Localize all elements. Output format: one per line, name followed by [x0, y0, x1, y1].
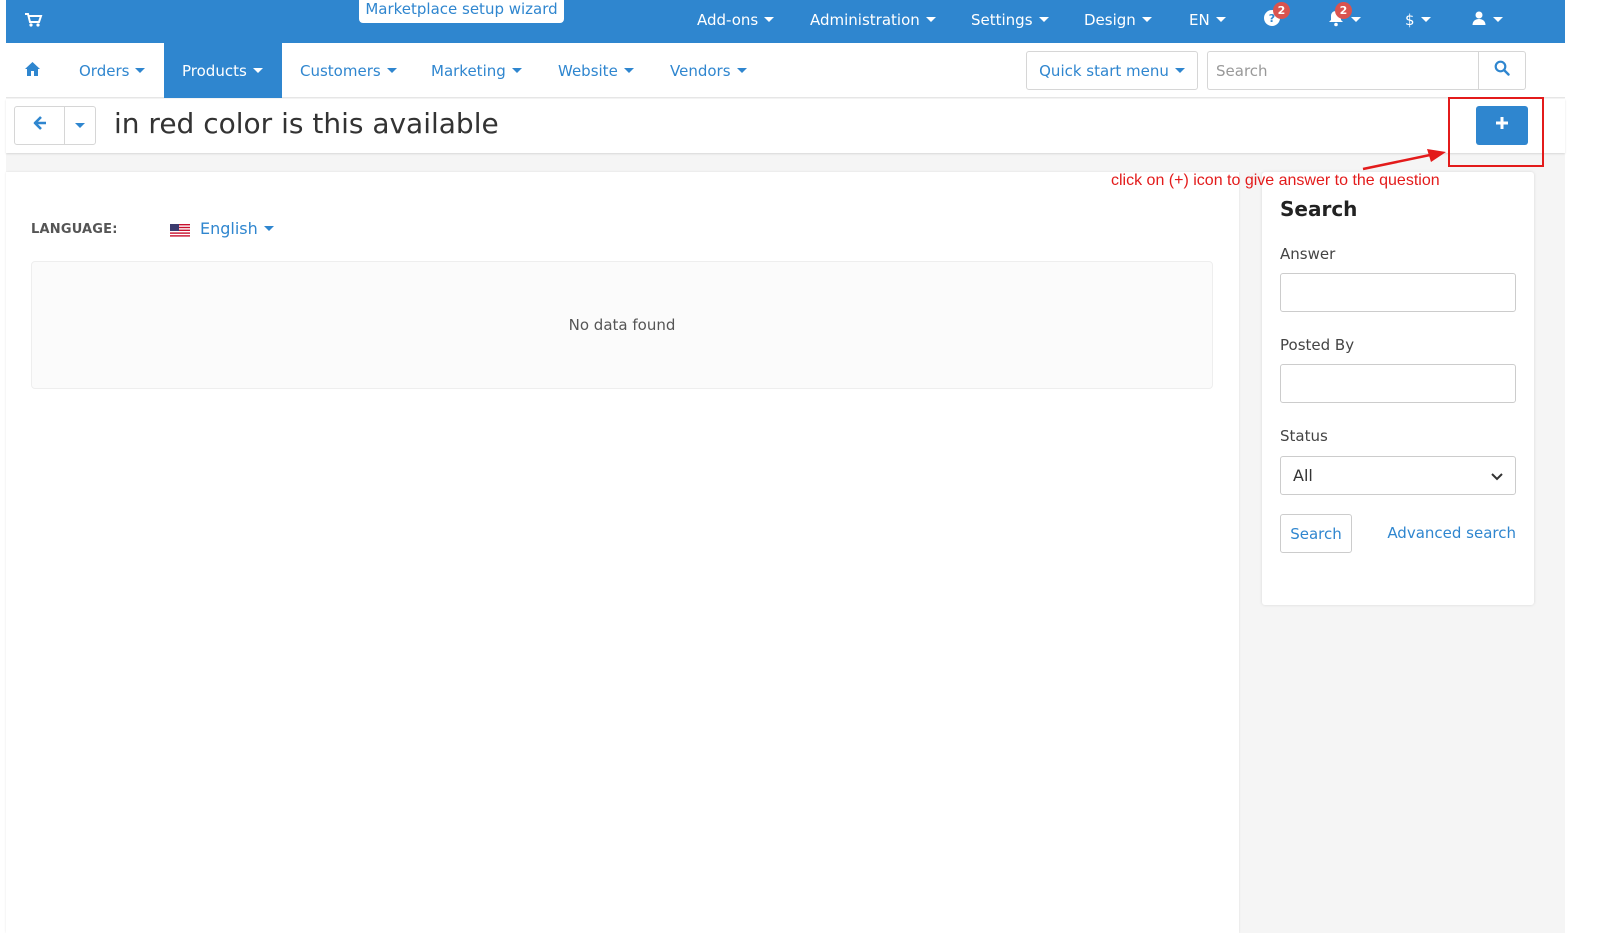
- page-title: in red color is this available: [114, 107, 499, 140]
- currency-menu[interactable]: $: [1405, 0, 1431, 40]
- answer-label: Answer: [1280, 245, 1336, 263]
- chevron-down-icon: [1491, 466, 1503, 485]
- nav-website[interactable]: Website: [540, 43, 652, 98]
- back-dropdown-button[interactable]: [64, 106, 96, 145]
- main-content: LANGUAGE: English No data found: [6, 172, 1239, 933]
- page-header: in red color is this available: [6, 99, 1565, 153]
- settings-menu[interactable]: Settings: [971, 0, 1049, 40]
- caret-down-icon: [511, 68, 522, 73]
- global-search-button[interactable]: [1478, 51, 1526, 90]
- nav-vendors-label: Vendors: [670, 61, 731, 80]
- caret-down-icon: [1141, 16, 1152, 22]
- user-menu[interactable]: [1471, 0, 1503, 40]
- cart-icon[interactable]: [23, 10, 43, 30]
- caret-down-icon: [1038, 16, 1049, 22]
- nav-orders[interactable]: Orders: [61, 43, 163, 98]
- global-search-input[interactable]: [1207, 51, 1479, 90]
- search-sidebar: Search Answer Posted By Status All Searc…: [1262, 172, 1534, 605]
- nav-vendors[interactable]: Vendors: [652, 43, 765, 98]
- posted-by-input[interactable]: [1280, 364, 1516, 403]
- annotation-arrow: [1362, 149, 1446, 171]
- help-menu[interactable]: ? 2: [1263, 0, 1290, 40]
- design-menu[interactable]: Design: [1084, 0, 1152, 40]
- caret-down-icon: [1215, 16, 1226, 22]
- caret-down-icon: [1351, 16, 1361, 22]
- home-icon: [24, 61, 41, 81]
- addons-label: Add-ons: [697, 11, 759, 29]
- language-label: EN: [1189, 11, 1210, 29]
- nav-marketing[interactable]: Marketing: [413, 43, 540, 98]
- caret-down-icon: [135, 68, 146, 73]
- back-button[interactable]: [14, 106, 65, 145]
- nav-marketing-label: Marketing: [431, 61, 506, 80]
- language-value: English: [200, 219, 258, 238]
- caret-down-icon: [1174, 68, 1185, 73]
- empty-state-text: No data found: [568, 316, 676, 334]
- us-flag-icon: [170, 222, 190, 237]
- quick-start-menu-button[interactable]: Quick start menu: [1026, 51, 1198, 90]
- answer-input[interactable]: [1280, 273, 1516, 312]
- language-menu[interactable]: EN: [1189, 0, 1226, 40]
- caret-down-icon: [623, 68, 634, 73]
- caret-down-icon: [252, 68, 263, 73]
- quick-start-label: Quick start menu: [1039, 61, 1169, 80]
- search-icon: [1494, 60, 1510, 81]
- caret-down-icon: [764, 16, 775, 22]
- nav-customers[interactable]: Customers: [282, 43, 415, 98]
- advanced-search-link[interactable]: Advanced search: [1387, 524, 1516, 542]
- caret-down-icon: [1493, 16, 1503, 22]
- currency-label: $: [1405, 11, 1415, 29]
- status-select[interactable]: All: [1280, 456, 1516, 495]
- status-label: Status: [1280, 427, 1328, 445]
- sidebar-search-button[interactable]: Search: [1280, 514, 1352, 553]
- posted-by-label: Posted By: [1280, 336, 1355, 354]
- main-nav: Orders Products Customers Marketing Webs…: [6, 43, 1565, 98]
- language-selector[interactable]: English: [170, 219, 274, 238]
- caret-down-icon: [925, 16, 936, 22]
- caret-down-icon: [736, 68, 747, 73]
- annotation-highlight-box: [1448, 97, 1544, 167]
- caret-down-icon: [1420, 16, 1431, 22]
- annotation-text: click on (+) icon to give answer to the …: [1111, 172, 1440, 189]
- notifications-badge: 2: [1335, 2, 1352, 19]
- addons-menu[interactable]: Add-ons: [697, 0, 775, 40]
- design-label: Design: [1084, 11, 1136, 29]
- empty-state: No data found: [31, 261, 1213, 389]
- nav-products[interactable]: Products: [164, 43, 282, 98]
- caret-down-icon: [386, 68, 397, 73]
- nav-customers-label: Customers: [300, 61, 381, 80]
- status-value: All: [1293, 466, 1313, 485]
- administration-label: Administration: [810, 11, 920, 29]
- arrow-left-icon: [32, 115, 48, 136]
- caret-down-icon: [263, 226, 274, 231]
- top-bar: Add-ons Administration Settings Design E…: [6, 0, 1565, 43]
- settings-label: Settings: [971, 11, 1033, 29]
- administration-menu[interactable]: Administration: [810, 0, 936, 40]
- sidebar-title: Search: [1280, 197, 1358, 221]
- home-link[interactable]: [15, 43, 50, 98]
- notifications-menu[interactable]: 2: [1327, 0, 1361, 40]
- nav-products-label: Products: [182, 61, 247, 80]
- nav-website-label: Website: [558, 61, 618, 80]
- nav-orders-label: Orders: [79, 61, 130, 80]
- help-badge: 2: [1273, 2, 1290, 19]
- user-icon: [1471, 10, 1487, 30]
- marketplace-setup-wizard-button[interactable]: Marketplace setup wizard: [359, 0, 564, 23]
- language-label: LANGUAGE:: [31, 222, 118, 237]
- caret-down-icon: [75, 123, 85, 128]
